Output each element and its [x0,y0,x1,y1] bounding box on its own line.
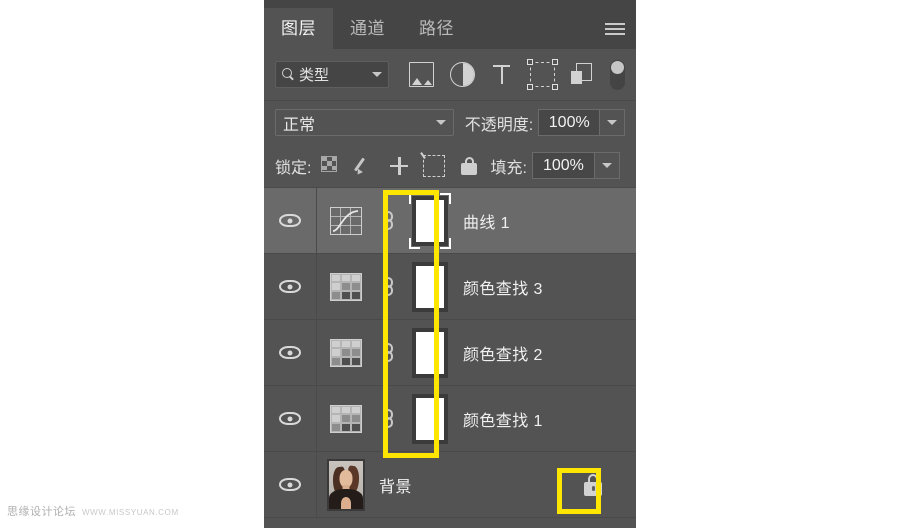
image-filter-icon[interactable] [409,62,434,87]
layer-visibility-toggle[interactable] [264,320,317,385]
layer-visibility-toggle[interactable] [264,452,317,517]
type-filter-icon[interactable] [491,63,514,86]
background-lock-indicator[interactable] [550,473,636,496]
layer-list: 曲线 1 颜色查找 3 颜色查找 2 颜色查找 1 背景 [264,188,636,528]
shape-filter-icon[interactable] [527,59,558,90]
layer-name[interactable]: 颜色查找 1 [459,407,636,431]
lock-image-pixels-icon[interactable] [355,156,375,176]
watermark: 思缘设计论坛 WWW.MISSYUAN.COM [7,503,179,519]
lock-label: 锁定: [275,159,312,177]
layer-thumbnail[interactable] [317,338,375,367]
color-lookup-adjustment-icon [330,272,362,301]
chevron-down-icon [435,120,446,125]
filter-enable-toggle[interactable] [610,59,625,90]
layer-visibility-toggle[interactable] [264,386,317,451]
mask-link-toggle[interactable] [375,276,401,297]
blend-mode-dropdown[interactable]: 正常 [275,109,454,136]
layer-thumbnail[interactable] [317,404,375,433]
link-mask-icon [381,210,395,231]
watermark-url: WWW.MISSYUAN.COM [82,508,179,517]
filter-type-dropdown[interactable]: 类型 [275,61,389,88]
color-lookup-adjustment-icon [330,404,362,433]
blend-mode-value: 正常 [283,116,316,134]
mask-thumbnail-image [409,192,451,249]
portrait-photo-thumbnail [327,458,365,511]
fill-label: 填充: [490,159,527,177]
tab-layers[interactable]: 图层 [264,8,333,49]
eye-icon [279,280,301,293]
tab-channels[interactable]: 通道 [333,8,402,49]
eye-icon [279,412,301,425]
table-row[interactable]: 颜色查找 3 [264,254,636,320]
layer-mask-thumbnail[interactable] [401,393,459,444]
layers-panel: 图层 通道 路径 类型 正常 不透明度: 100% 锁定: 填充: 100% 曲… [264,0,636,528]
layer-thumbnail[interactable] [317,206,375,235]
lock-position-icon[interactable] [389,156,409,176]
opacity-input[interactable]: 100% [538,109,600,136]
color-lookup-adjustment-icon [330,338,362,367]
mask-thumbnail-image [412,393,448,444]
fill-input[interactable]: 100% [531,152,594,179]
mask-link-toggle[interactable] [375,210,401,231]
layer-thumbnail[interactable] [317,458,375,511]
chevron-down-icon [607,120,618,125]
search-icon [282,68,295,81]
mask-link-toggle[interactable] [375,408,401,429]
layer-visibility-toggle[interactable] [264,254,317,319]
lock-all-icon[interactable] [459,156,479,176]
table-row[interactable]: 颜色查找 2 [264,320,636,386]
lock-options-row: 锁定: 填充: 100% [264,144,636,188]
fill-stepper[interactable] [593,152,620,179]
table-row[interactable]: 背景 [264,452,636,518]
lock-icon-group [321,154,479,177]
locked-layer-icon [583,473,603,496]
opacity-stepper[interactable] [599,109,625,136]
lock-transparent-pixels-icon[interactable] [321,155,341,176]
panel-tab-strip: 图层 通道 路径 [264,0,636,49]
layer-name[interactable]: 颜色查找 2 [459,341,636,365]
table-row[interactable]: 曲线 1 [264,188,636,254]
watermark-name: 思缘设计论坛 [7,506,76,518]
tab-paths[interactable]: 路径 [402,8,471,49]
adjustment-filter-icon[interactable] [450,62,475,87]
layer-thumbnail[interactable] [317,272,375,301]
opacity-label: 不透明度: [464,116,534,134]
mask-thumbnail-image [412,327,448,378]
lock-artboard-nesting-icon[interactable] [423,154,446,177]
link-mask-icon [381,408,395,429]
table-row[interactable]: 颜色查找 1 [264,386,636,452]
chevron-down-icon [372,72,382,77]
eye-icon [279,478,301,491]
layer-mask-thumbnail[interactable] [401,192,459,249]
mask-link-toggle[interactable] [375,342,401,363]
mask-thumbnail-image [412,261,448,312]
eye-icon [279,214,301,227]
hamburger-menu-icon[interactable] [594,8,636,49]
chevron-down-icon [601,163,612,168]
layer-mask-thumbnail[interactable] [401,261,459,312]
filter-type-label: 类型 [299,67,330,84]
layer-visibility-toggle[interactable] [264,188,317,253]
blend-mode-row: 正常 不透明度: 100% [264,101,636,144]
curves-adjustment-icon [330,206,362,235]
smart-object-filter-icon[interactable] [571,63,594,86]
layer-name[interactable]: 曲线 1 [459,209,636,233]
eye-icon [279,346,301,359]
link-mask-icon [381,342,395,363]
filter-icon-group [409,59,594,90]
layer-name[interactable]: 颜色查找 3 [459,275,636,299]
link-mask-icon [381,276,395,297]
layer-mask-thumbnail[interactable] [401,327,459,378]
layer-filter-row: 类型 [264,49,636,101]
layer-name[interactable]: 背景 [375,473,550,497]
